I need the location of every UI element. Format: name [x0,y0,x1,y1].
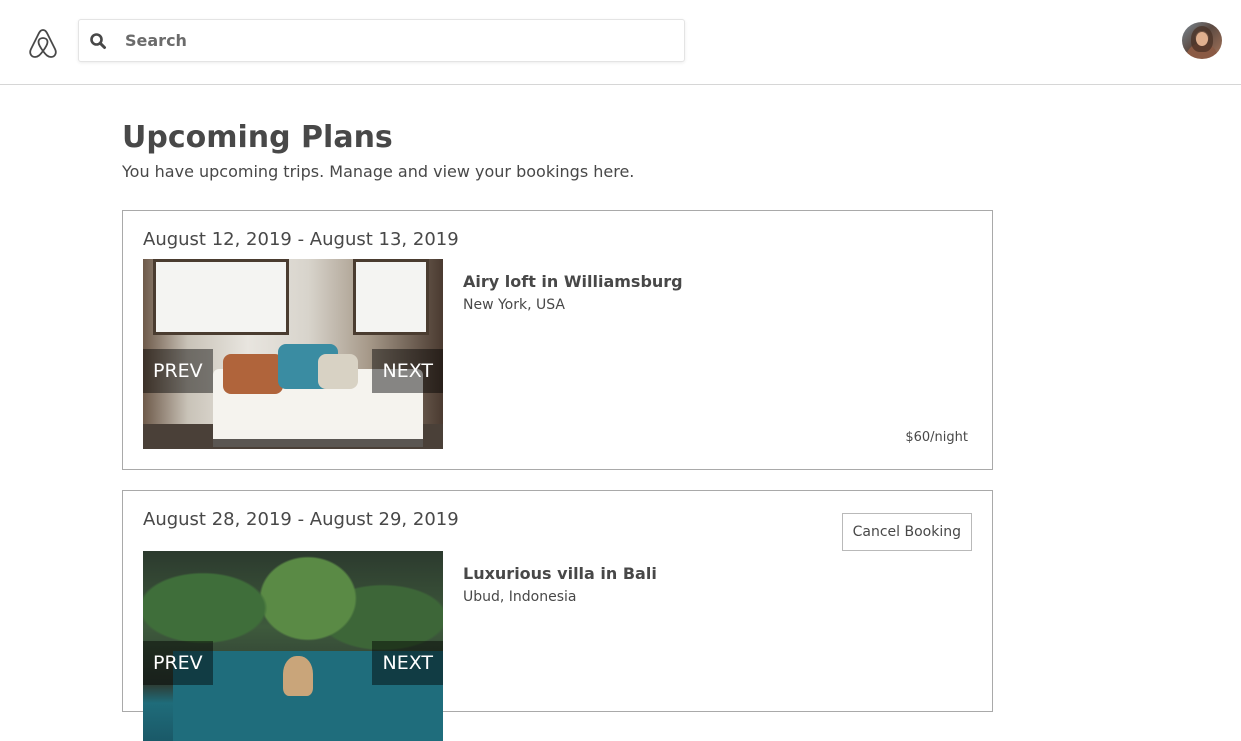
search-bar[interactable] [78,19,685,62]
avatar-face [1196,32,1208,46]
listing-photo: PREV NEXT [143,551,443,741]
page-subtitle: You have upcoming trips. Manage and view… [122,162,635,181]
user-avatar[interactable] [1182,22,1222,59]
listing-title[interactable]: Luxurious villa in Bali [463,564,657,583]
photo-next-button[interactable]: NEXT [372,349,443,393]
airbnb-logo-icon[interactable] [26,26,60,60]
page-title: Upcoming Plans [122,120,393,155]
listing-location: Ubud, Indonesia [463,589,577,605]
photo-next-button[interactable]: NEXT [372,641,443,685]
photo-window [153,259,289,335]
photo-prev-button[interactable]: PREV [143,641,213,685]
photo-person [283,656,313,696]
booking-dates: August 12, 2019 - August 13, 2019 [143,229,459,250]
top-navbar [0,0,1241,85]
photo-pillow [318,354,358,389]
listing-title[interactable]: Airy loft in Williamsburg [463,272,683,291]
booking-card: August 12, 2019 - August 13, 2019 PREV N… [122,210,993,470]
photo-pillow [223,354,283,394]
booking-dates: August 28, 2019 - August 29, 2019 [143,509,459,530]
listing-price: $60/night [905,430,968,445]
search-icon [90,33,106,49]
photo-window [353,259,429,335]
listing-location: New York, USA [463,297,565,313]
photo-prev-button[interactable]: PREV [143,349,213,393]
listing-photo: PREV NEXT [143,259,443,449]
search-input[interactable] [125,20,665,61]
cancel-booking-button[interactable]: Cancel Booking [841,513,972,551]
booking-card: August 28, 2019 - August 29, 2019 Cancel… [122,490,993,741]
